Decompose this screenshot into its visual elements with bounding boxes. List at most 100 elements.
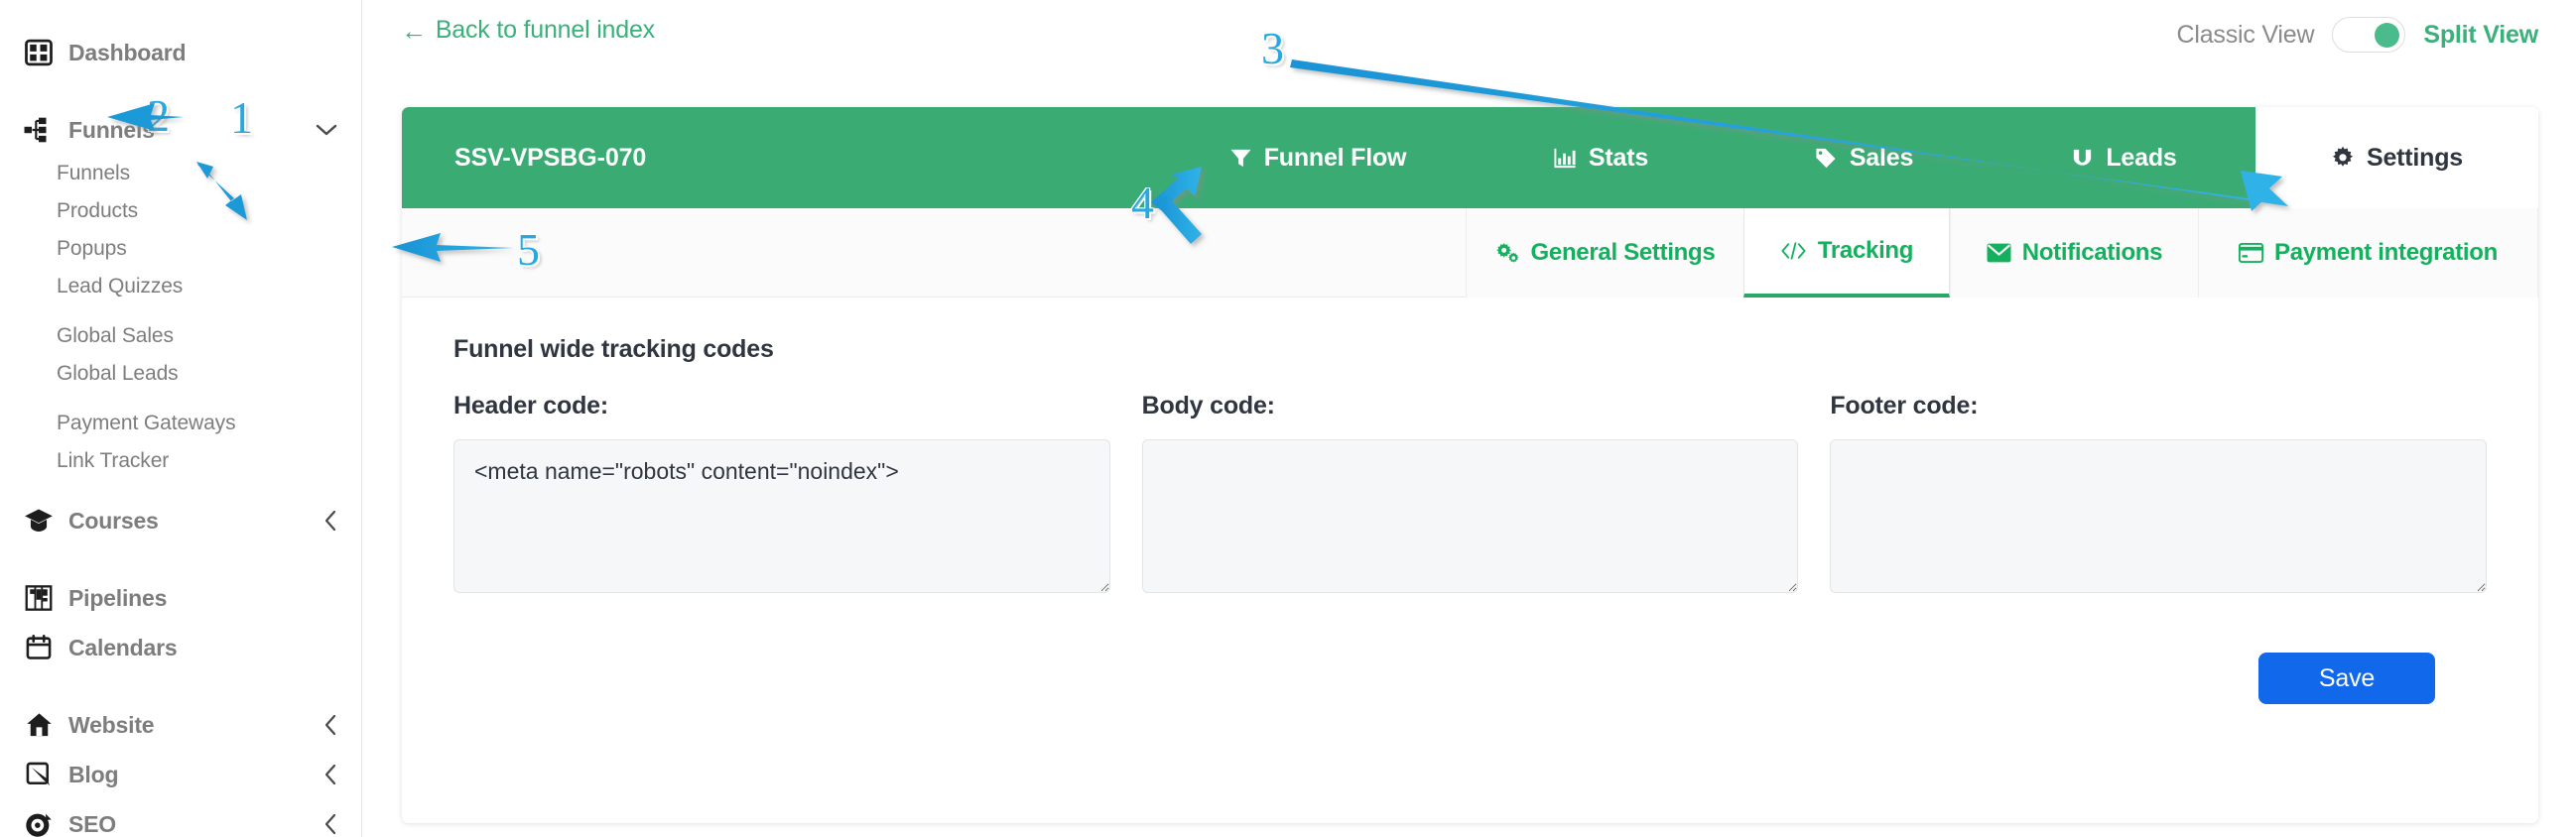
body-code-label: Body code: [1141, 392, 1275, 419]
tab-label: Settings [2366, 143, 2464, 172]
sidebar-item-calendars[interactable]: Calendars [0, 623, 361, 672]
tracking-content: Funnel wide tracking codes Header code: … [402, 298, 2538, 704]
tab-label: Funnel Flow [1263, 143, 1407, 172]
sidebar-item-label: Courses [68, 507, 159, 534]
envelope-icon [1987, 243, 2011, 263]
back-link-label: Back to funnel index [435, 16, 655, 44]
body-code-textarea[interactable] [1141, 439, 1799, 593]
sidebar-item-label: Dashboard [68, 39, 187, 65]
body-code-column: Body code: [1141, 392, 1799, 598]
save-button[interactable]: Save [2258, 653, 2435, 704]
credit-card-icon [2238, 243, 2263, 263]
sidebar-item-label: Funnels [68, 116, 155, 143]
magnet-icon [2071, 147, 2094, 170]
view-mode-switch[interactable] [2332, 17, 2406, 53]
annotation-number-5: 5 [517, 224, 540, 275]
gear-icon [2331, 146, 2355, 170]
header-code-textarea[interactable] [453, 439, 1110, 593]
calendar-icon [22, 631, 56, 664]
funnel-settings-card: SSV-VPSBG-070 Funnel Flow Stats Sales Le… [402, 107, 2538, 823]
sidebar-item-label: SEO [68, 810, 116, 837]
funnel-name-title: SSV-VPSBG-070 [454, 143, 647, 172]
subtab-label: Payment integration [2273, 239, 2498, 266]
tab-label: Sales [1849, 143, 1914, 172]
chevron-left-icon[interactable] [323, 714, 337, 736]
subtab-label: Tracking [1817, 237, 1914, 264]
subtab-notifications[interactable]: Notifications [1950, 208, 2198, 298]
sidebar-item-label: Pipelines [68, 584, 168, 611]
footer-code-textarea[interactable] [1830, 439, 2488, 593]
header-code-column: Header code: [453, 392, 1110, 598]
settings-sub-tabs: General Settings Tracking Notifications … [402, 208, 2538, 298]
sidebar-item-blog[interactable]: Blog [0, 750, 361, 799]
annotation-number-4: 4 [1131, 178, 1154, 228]
tab-label: Stats [1588, 143, 1649, 172]
sidebar-item-pipelines[interactable]: Pipelines [0, 573, 361, 623]
seo-target-icon [22, 807, 56, 837]
chevron-down-icon[interactable] [316, 123, 337, 137]
sidebar-item-global-sales[interactable]: Global Sales [0, 317, 361, 355]
annotation-number-3: 3 [1261, 23, 1284, 73]
annotation-number-1: 1 [230, 92, 253, 143]
tab-leads[interactable]: Leads [1993, 107, 2255, 208]
save-row: Save [453, 598, 2487, 704]
sidebar-item-courses[interactable]: Courses [0, 496, 361, 545]
dashboard-grid-icon [22, 36, 56, 69]
sidebar-group-funnels: Funnels Funnels Products Popups Lead Qui… [0, 105, 361, 480]
sidebar-item-website[interactable]: Website [0, 700, 361, 750]
code-columns: Header code: Body code: Footer code: [453, 392, 2488, 598]
chevron-left-icon[interactable] [323, 813, 337, 835]
tag-icon [1814, 147, 1838, 170]
tab-settings[interactable]: Settings [2255, 107, 2538, 208]
sidebar: Dashboard Funnels Funnels Products Popup… [0, 0, 362, 837]
section-title: Funnel wide tracking codes [453, 335, 774, 363]
tab-stats[interactable]: Stats [1467, 107, 1735, 208]
sidebar-item-funnels-child[interactable]: Funnels [0, 155, 361, 192]
sidebar-item-dashboard[interactable]: Dashboard [0, 28, 361, 77]
gears-icon [1495, 242, 1520, 265]
sidebar-item-link-tracker[interactable]: Link Tracker [0, 442, 361, 480]
home-icon [22, 708, 56, 742]
sidebar-item-lead-quizzes[interactable]: Lead Quizzes [0, 268, 361, 305]
sidebar-item-global-leads[interactable]: Global Leads [0, 355, 361, 393]
sidebar-item-seo[interactable]: SEO [0, 799, 361, 837]
funnel-sitemap-icon [22, 113, 56, 147]
header-code-label: Header code: [453, 392, 608, 419]
subtab-payment-integration[interactable]: Payment integration [2198, 208, 2538, 298]
subtab-tracking[interactable]: Tracking [1743, 208, 1950, 298]
code-brackets-icon [1780, 241, 1807, 261]
tab-funnel-flow[interactable]: Funnel Flow [1169, 107, 1467, 208]
graduation-cap-icon [22, 504, 56, 538]
sidebar-item-payment-gateways[interactable]: Payment Gateways [0, 405, 361, 442]
footer-code-column: Footer code: [1830, 392, 2488, 598]
funnel-icon [1229, 147, 1252, 170]
subtab-label: General Settings [1530, 239, 1716, 266]
view-mode-toggle-group: Classic View Split View [2177, 17, 2538, 53]
subtab-general-settings[interactable]: General Settings [1466, 208, 1743, 298]
sidebar-item-funnels[interactable]: Funnels [0, 105, 361, 155]
sidebar-sublist-funnels: Funnels Products Popups Lead Quizzes Glo… [0, 155, 361, 480]
sidebar-item-popups[interactable]: Popups [0, 230, 361, 268]
back-to-funnel-index-link[interactable]: ← Back to funnel index [401, 16, 655, 45]
arrow-left-icon: ← [401, 15, 427, 46]
split-view-label[interactable]: Split View [2423, 21, 2538, 50]
chevron-left-icon[interactable] [323, 510, 337, 532]
tab-label: Leads [2106, 143, 2177, 172]
pipelines-board-icon [22, 581, 56, 615]
sidebar-item-products[interactable]: Products [0, 192, 361, 230]
chevron-left-icon[interactable] [323, 764, 337, 785]
main-tabs: Funnel Flow Stats Sales Leads Settings [1169, 107, 2538, 208]
classic-view-label[interactable]: Classic View [2177, 21, 2315, 50]
annotation-number-2: 2 [147, 90, 170, 141]
tab-sales[interactable]: Sales [1735, 107, 1993, 208]
sidebar-item-label: Blog [68, 761, 119, 787]
app-root: Dashboard Funnels Funnels Products Popup… [0, 0, 2576, 837]
bar-chart-icon [1553, 147, 1577, 170]
subtab-label: Notifications [2021, 239, 2163, 266]
